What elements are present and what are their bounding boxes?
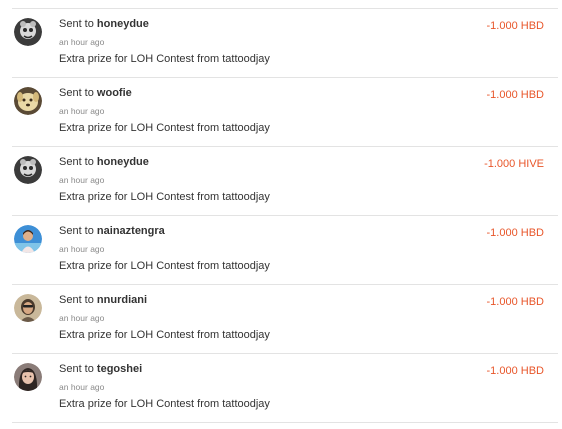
transfer-description: Sent to honeydue (59, 156, 149, 168)
nnurdiani-avatar-icon[interactable] (14, 294, 42, 322)
transfer-memo: Extra prize for LOH Contest from tattood… (59, 191, 270, 203)
woofie-avatar-icon[interactable] (14, 87, 42, 115)
recipient-link[interactable]: honeydue (97, 18, 149, 30)
transfer-prefix: Sent to (59, 225, 94, 237)
honeydue-avatar-icon[interactable] (14, 156, 42, 184)
transfer-history-list: Sent to honeydue an hour ago Extra prize… (12, 9, 558, 423)
transfer-description: Sent to nnurdiani (59, 294, 147, 306)
transfer-description: Sent to nainaztengra (59, 225, 165, 237)
transfer-row: Sent to honeydue an hour ago Extra prize… (12, 9, 558, 78)
transfer-timestamp: an hour ago (59, 37, 105, 47)
transfer-row: Sent to nnurdiani an hour ago Extra priz… (12, 285, 558, 354)
transfer-memo: Extra prize for LOH Contest from tattood… (59, 122, 270, 134)
transfer-timestamp: an hour ago (59, 382, 105, 392)
transfer-amount: -1.000 HBD (486, 89, 544, 101)
transfer-row: Sent to woofie an hour ago Extra prize f… (12, 78, 558, 147)
transfer-row: Sent to nainaztengra an hour ago Extra p… (12, 216, 558, 285)
transfer-timestamp: an hour ago (59, 244, 105, 254)
transfer-prefix: Sent to (59, 363, 94, 375)
transfer-prefix: Sent to (59, 156, 94, 168)
recipient-link[interactable]: tegoshei (97, 363, 142, 375)
transfer-description: Sent to honeydue (59, 18, 149, 30)
transfer-description: Sent to tegoshei (59, 363, 142, 375)
transfer-timestamp: an hour ago (59, 106, 105, 116)
recipient-link[interactable]: nnurdiani (97, 294, 147, 306)
transfer-memo: Extra prize for LOH Contest from tattood… (59, 260, 270, 272)
transfer-amount: -1.000 HBD (486, 227, 544, 239)
tegoshei-avatar-icon[interactable] (14, 363, 42, 391)
transfer-timestamp: an hour ago (59, 313, 105, 323)
recipient-link[interactable]: woofie (97, 87, 132, 99)
transfer-prefix: Sent to (59, 294, 94, 306)
transfer-memo: Extra prize for LOH Contest from tattood… (59, 329, 270, 341)
transfer-amount: -1.000 HBD (486, 296, 544, 308)
transfer-row: Sent to honeydue an hour ago Extra prize… (12, 147, 558, 216)
transfer-memo: Extra prize for LOH Contest from tattood… (59, 53, 270, 65)
transfer-amount: -1.000 HIVE (484, 158, 544, 170)
transfer-prefix: Sent to (59, 18, 94, 30)
recipient-link[interactable]: honeydue (97, 156, 149, 168)
transfer-timestamp: an hour ago (59, 175, 105, 185)
nainaztengra-avatar-icon[interactable] (14, 225, 42, 253)
transfer-amount: -1.000 HBD (486, 20, 544, 32)
recipient-link[interactable]: nainaztengra (97, 225, 165, 237)
transfer-prefix: Sent to (59, 87, 94, 99)
transfer-description: Sent to woofie (59, 87, 132, 99)
transfer-amount: -1.000 HBD (486, 365, 544, 377)
honeydue-avatar-icon[interactable] (14, 18, 42, 46)
transfer-row: Sent to tegoshei an hour ago Extra prize… (12, 354, 558, 423)
transfer-memo: Extra prize for LOH Contest from tattood… (59, 398, 270, 410)
